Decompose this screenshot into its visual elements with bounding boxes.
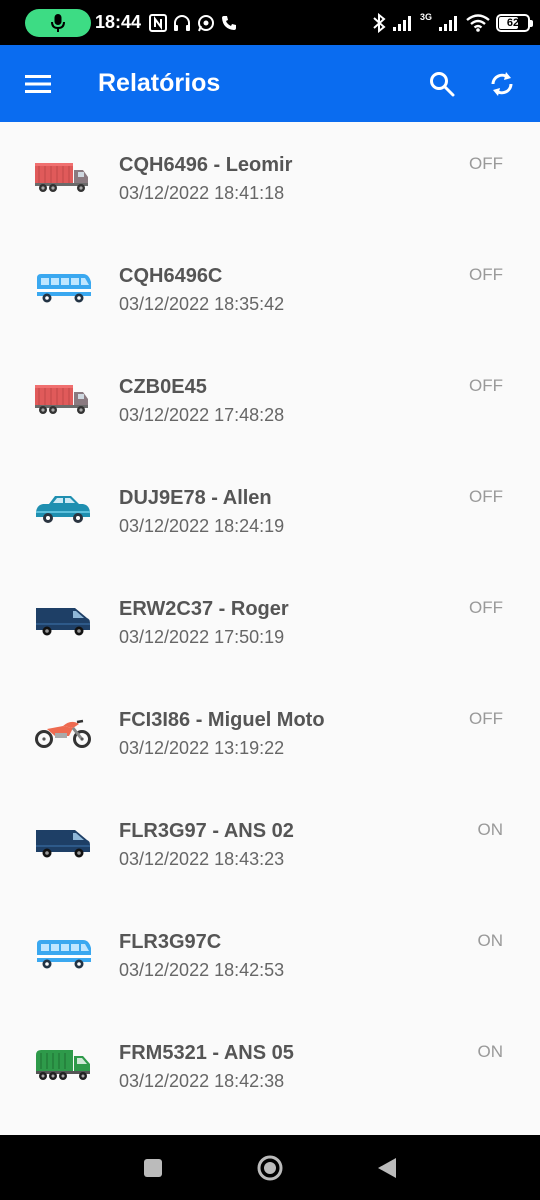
square-icon xyxy=(144,1158,163,1177)
sync-icon xyxy=(491,71,513,96)
battery-indicator: 62 xyxy=(496,13,533,32)
page-title: Relatórios xyxy=(98,69,221,97)
back-button[interactable] xyxy=(357,1138,417,1198)
status-bar: 18:44 3G 62 xyxy=(0,0,540,45)
garbage-truck-icon xyxy=(36,1050,90,1080)
wifi-icon xyxy=(466,13,490,32)
list-item[interactable]: CZB0E45 03/12/2022 17:48:28 OFF xyxy=(0,344,540,455)
search-button[interactable] xyxy=(412,54,472,114)
status-badge: ON xyxy=(477,931,504,950)
vehicle-name: CQH6496 - Leomir xyxy=(119,154,293,176)
list-item[interactable]: FCI3I86 - Miguel Moto 03/12/2022 13:19:2… xyxy=(0,677,540,788)
status-badge: ON xyxy=(477,820,504,839)
bluetooth-icon xyxy=(373,12,386,33)
truck-icon xyxy=(35,385,88,414)
status-badge: OFF xyxy=(469,376,503,395)
list-item[interactable]: CQH6496 - Leomir 03/12/2022 18:41:18 OFF xyxy=(0,122,540,233)
menu-button[interactable] xyxy=(11,57,65,111)
motorcycle-icon xyxy=(35,719,91,748)
vehicle-name: FRM5321 - ANS 05 xyxy=(119,1042,294,1064)
vehicle-name: FLR3G97 - ANS 02 xyxy=(119,820,294,842)
list-item[interactable]: DUJ9E78 - Allen 03/12/2022 18:24:19 OFF xyxy=(0,455,540,566)
list-item[interactable]: CQH6496C 03/12/2022 18:35:42 OFF xyxy=(0,233,540,344)
status-badge: OFF xyxy=(469,154,503,173)
vehicle-list: CQH6496 - Leomir 03/12/2022 18:41:18 OFF… xyxy=(0,122,540,1121)
status-badge: OFF xyxy=(469,598,503,617)
list-item[interactable]: FLR3G97 - ANS 02 03/12/2022 18:43:23 ON xyxy=(0,788,540,899)
status-badge: ON xyxy=(477,1042,504,1061)
app-bar: Relatórios xyxy=(0,45,540,122)
vehicle-name: FCI3I86 - Miguel Moto xyxy=(119,709,325,731)
vehicle-name: CQH6496C xyxy=(119,265,223,287)
status-badge: OFF xyxy=(469,265,503,284)
headphones-icon xyxy=(174,14,191,31)
vehicle-timestamp: 03/12/2022 18:42:38 xyxy=(119,1071,285,1091)
car-icon xyxy=(36,496,90,523)
vehicle-timestamp: 03/12/2022 18:24:19 xyxy=(119,516,285,536)
bus-icon xyxy=(37,274,91,303)
vehicle-name: DUJ9E78 - Allen xyxy=(119,487,272,509)
battery-level: 62 xyxy=(506,16,520,29)
van-icon xyxy=(36,608,90,636)
vehicle-timestamp: 03/12/2022 17:50:19 xyxy=(119,627,285,647)
vehicle-timestamp: 03/12/2022 17:48:28 xyxy=(119,405,285,425)
circle-icon xyxy=(257,1155,283,1180)
list-item[interactable]: ERW2C37 - Roger 03/12/2022 17:50:19 OFF xyxy=(0,566,540,677)
microphone-icon xyxy=(51,13,65,32)
back-triangle-icon xyxy=(377,1157,396,1178)
status-badge: OFF xyxy=(469,709,503,728)
mic-indicator[interactable] xyxy=(25,8,91,37)
bus-icon xyxy=(37,940,91,969)
phone-icon xyxy=(222,15,237,30)
network-type-label: 3G xyxy=(419,11,432,22)
vehicle-name: ERW2C37 - Roger xyxy=(119,598,289,620)
vehicle-name: FLR3G97C xyxy=(119,931,222,953)
status-badge: OFF xyxy=(469,487,503,506)
list-item[interactable]: FRM5321 - ANS 05 03/12/2022 18:42:38 ON xyxy=(0,1010,540,1121)
truck-icon xyxy=(35,163,88,192)
signal-icon-2 xyxy=(439,15,457,31)
whatsapp-icon xyxy=(198,14,215,31)
van-icon xyxy=(36,830,90,858)
vehicle-timestamp: 03/12/2022 18:35:42 xyxy=(119,294,285,314)
refresh-button[interactable] xyxy=(472,54,532,114)
list-item[interactable]: FLR3G97C 03/12/2022 18:42:53 ON xyxy=(0,899,540,1010)
vehicle-timestamp: 03/12/2022 18:43:23 xyxy=(119,849,285,869)
vehicle-timestamp: 03/12/2022 18:41:18 xyxy=(119,183,285,203)
vehicle-timestamp: 03/12/2022 13:19:22 xyxy=(119,738,285,758)
search-icon xyxy=(430,71,455,96)
nfc-icon xyxy=(149,13,168,32)
vehicle-name: CZB0E45 xyxy=(119,376,207,398)
hamburger-menu-icon xyxy=(25,74,51,93)
recent-apps-button[interactable] xyxy=(123,1138,183,1198)
navigation-bar xyxy=(0,1135,540,1200)
status-time: 18:44 xyxy=(95,12,142,32)
signal-icon xyxy=(392,15,411,31)
vehicle-timestamp: 03/12/2022 18:42:53 xyxy=(119,960,285,980)
home-button[interactable] xyxy=(240,1138,300,1198)
